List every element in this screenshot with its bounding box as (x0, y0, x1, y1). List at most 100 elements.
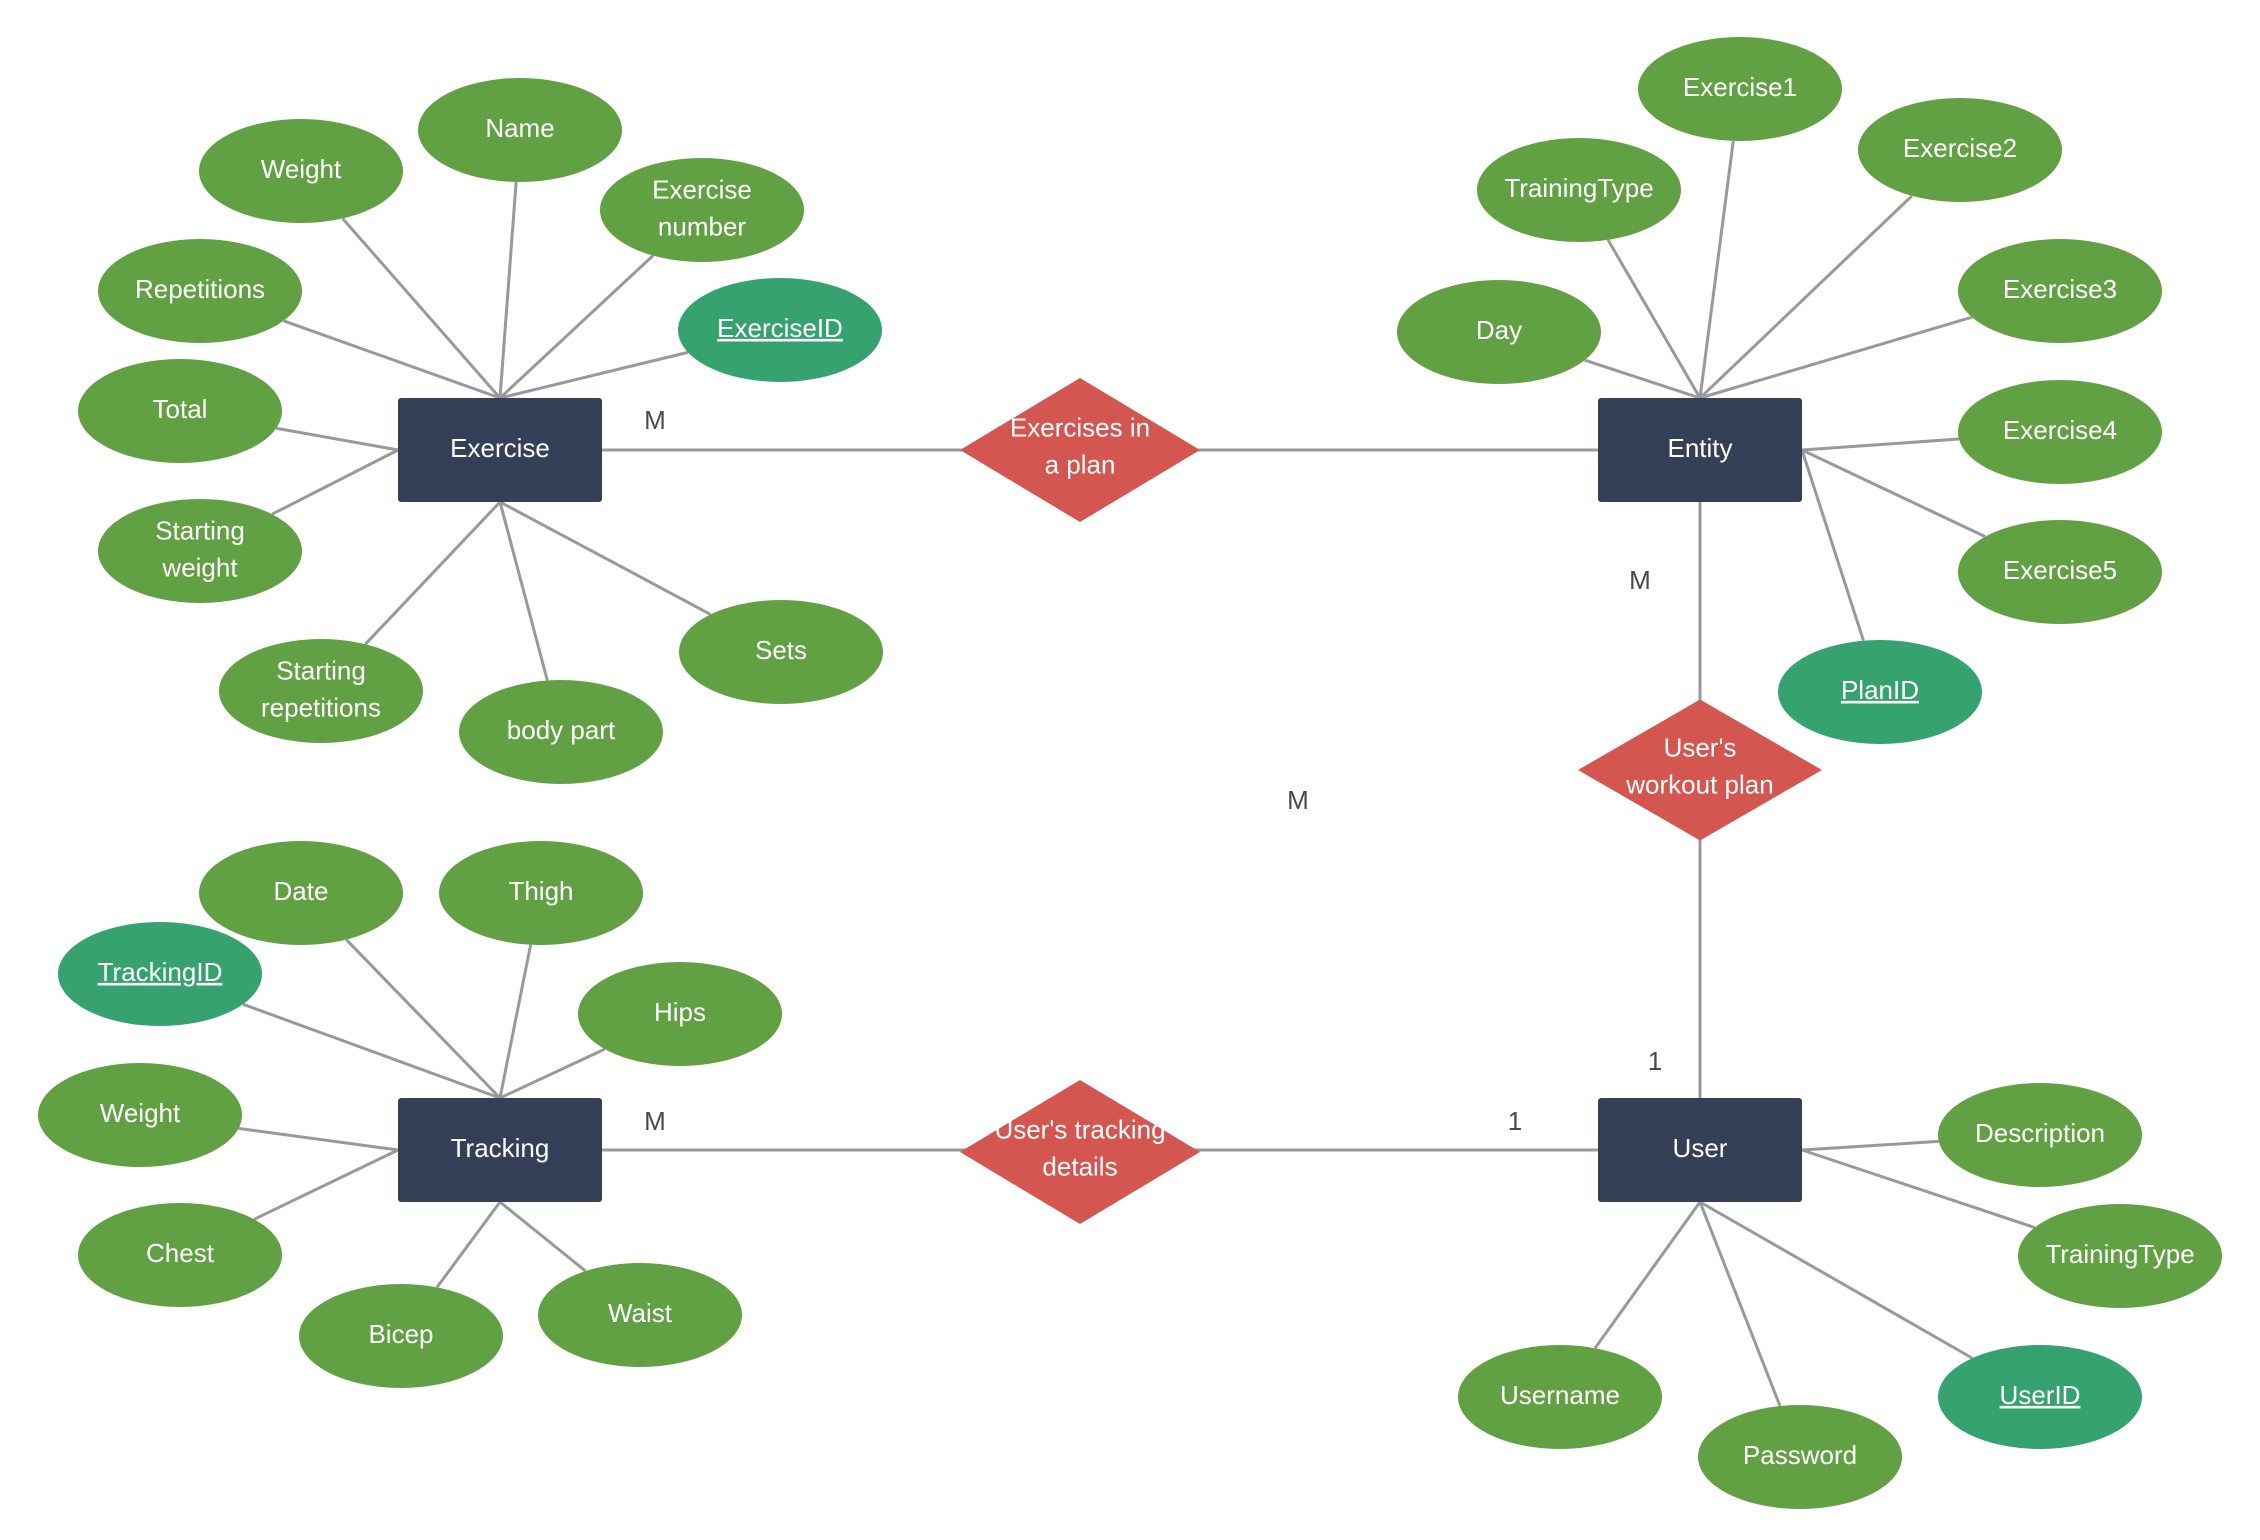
attribute-connector (498, 181, 518, 399)
attribute-connector (1606, 239, 1702, 399)
attribute-label: Repetitions (135, 274, 265, 304)
attribute-user-username[interactable]: Username (1458, 1345, 1662, 1449)
key-attribute-entity-planid[interactable]: PlanID (1778, 640, 1982, 744)
attribute-label: body part (507, 715, 616, 745)
attribute-exercise-body-part[interactable]: body part (459, 680, 663, 784)
attributes: Name Weight Exercise number Repetitions Exerc… (38, 37, 2222, 1509)
cardinality-user-left: 1 (1508, 1106, 1522, 1136)
attribute-label: Hips (654, 997, 706, 1027)
attribute-label: Waist (608, 1298, 673, 1328)
attribute-connector (271, 448, 399, 516)
attribute-exercise-exercise-number[interactable]: Exercise number (600, 158, 804, 262)
attribute-label: TrackingID (98, 957, 223, 987)
attribute-label: Thigh (508, 876, 573, 906)
attribute-exercise-starting-weight[interactable]: Starting weight (98, 499, 302, 603)
cardinality-entity-side: M (1629, 565, 1651, 595)
attribute-exercise-starting-repetitions[interactable]: Starting repetitions (219, 639, 423, 743)
relationship-exercises-in-plan[interactable]: Exercises in a plan (960, 378, 1200, 522)
attribute-connector (498, 254, 655, 400)
entity-user[interactable]: User (1598, 1098, 1802, 1202)
attribute-connector (499, 1047, 606, 1100)
attribute-entity-exercise5[interactable]: Exercise5 (1958, 520, 2162, 624)
attribute-connector (1800, 449, 1865, 642)
relationship-users-workout-plan[interactable]: User's workout plan (1578, 699, 1822, 841)
key-attribute-user-userid[interactable]: UserID (1938, 1345, 2142, 1449)
attribute-exercise-total[interactable]: Total (78, 359, 282, 463)
attribute-label: Description (1975, 1118, 2105, 1148)
attribute-user-password[interactable]: Password (1698, 1405, 1902, 1509)
attribute-exercise-sets[interactable]: Sets (679, 600, 883, 704)
attribute-connector (1698, 140, 1735, 399)
relationships: Exercises in a plan User'sworkout plan User… (960, 378, 1822, 1224)
relationship-label: Exercises in (1010, 412, 1150, 442)
attribute-entity-exercise3[interactable]: Exercise3 (1958, 239, 2162, 343)
relationship-label: User's tracking (994, 1114, 1165, 1144)
attribute-label: UserID (2000, 1380, 2081, 1410)
attribute-entity-exercise4[interactable]: Exercise4 (1958, 380, 2162, 484)
attribute-label: Exercise2 (1903, 133, 2017, 163)
attribute-label: TrainingType (2045, 1239, 2194, 1269)
attribute-connector (253, 1148, 399, 1221)
relationship-users-tracking-details[interactable]: User's tracking details (960, 1080, 1200, 1224)
cardinality-user-top: 1 (1648, 1046, 1662, 1076)
attribute-connector (1698, 1201, 1782, 1407)
attribute-connector (1801, 1139, 1939, 1152)
attribute-label: PlanID (1841, 675, 1919, 705)
entity-label: User (1673, 1133, 1728, 1163)
attribute-connector (364, 500, 502, 646)
attribute-user-description[interactable]: Description (1938, 1083, 2142, 1187)
attribute-label: TrainingType (1504, 173, 1653, 203)
attribute-exercise-repetitions[interactable]: Repetitions (98, 239, 302, 343)
attribute-connector (1801, 448, 1986, 538)
attribute-connector (499, 1200, 587, 1273)
attribute-label: weight (161, 552, 238, 582)
attribute-exercise-weight[interactable]: Weight (199, 119, 403, 223)
entity-tracking[interactable]: Tracking (398, 1098, 602, 1202)
attribute-tracking-hips[interactable]: Hips (578, 962, 782, 1066)
attribute-label: Username (1500, 1380, 1620, 1410)
key-attribute-tracking-trackingid[interactable]: TrackingID (58, 922, 262, 1026)
attribute-connector (1593, 1201, 1702, 1350)
attribute-tracking-chest[interactable]: Chest (78, 1203, 282, 1307)
relationship-label: details (1042, 1151, 1117, 1181)
attribute-tracking-bicep[interactable]: Bicep (299, 1284, 503, 1388)
attribute-label: Weight (100, 1098, 181, 1128)
attribute-label: Exercise3 (2003, 274, 2117, 304)
attribute-label: ExerciseID (717, 313, 843, 343)
attribute-label: Total (153, 394, 208, 424)
attribute-entity-exercise2[interactable]: Exercise2 (1858, 98, 2062, 202)
cardinality-exercise-side: M (644, 405, 666, 435)
entity-label: Tracking (451, 1133, 550, 1163)
er-diagram: Exercises in a plan User'sworkout plan User… (38, 37, 2222, 1509)
relationship-label: a plan (1045, 449, 1116, 479)
attribute-connector (275, 426, 399, 452)
attribute-label: Exercise (652, 174, 752, 204)
attribute-entity-trainingtype[interactable]: TrainingType (1477, 138, 1681, 242)
attribute-connector (498, 501, 549, 681)
entity-label: Entity (1667, 433, 1732, 463)
entity-entity[interactable]: Entity (1598, 398, 1802, 502)
attribute-label: Starting (276, 655, 366, 685)
attribute-entity-exercise1[interactable]: Exercise1 (1638, 37, 1842, 141)
attribute-label: Bicep (368, 1319, 433, 1349)
attribute-tracking-waist[interactable]: Waist (538, 1263, 742, 1367)
attribute-label: Exercise5 (2003, 555, 2117, 585)
attribute-user-trainingtype[interactable]: TrainingType (2018, 1204, 2222, 1308)
attribute-exercise-name[interactable]: Name (418, 78, 622, 182)
attribute-label: Starting (155, 515, 245, 545)
attribute-label: Sets (755, 635, 807, 665)
attribute-tracking-date[interactable]: Date (199, 841, 403, 945)
attribute-connector (435, 1201, 502, 1289)
attribute-label: Weight (261, 154, 342, 184)
attribute-tracking-weight[interactable]: Weight (38, 1063, 242, 1167)
attribute-connector (499, 500, 712, 616)
cardinalities: M M M M 1 1 (644, 405, 1662, 1136)
attribute-tracking-thigh[interactable]: Thigh (439, 841, 643, 945)
attribute-connector (242, 1002, 501, 1100)
entity-exercise[interactable]: Exercise (398, 398, 602, 502)
cardinality-tracking-side: M (644, 1106, 666, 1136)
attribute-entity-day[interactable]: Day (1397, 280, 1601, 384)
key-attribute-exercise-exerciseid[interactable]: ExerciseID (678, 278, 882, 382)
attribute-connector (238, 1126, 399, 1152)
attribute-label: Exercise1 (1683, 72, 1797, 102)
